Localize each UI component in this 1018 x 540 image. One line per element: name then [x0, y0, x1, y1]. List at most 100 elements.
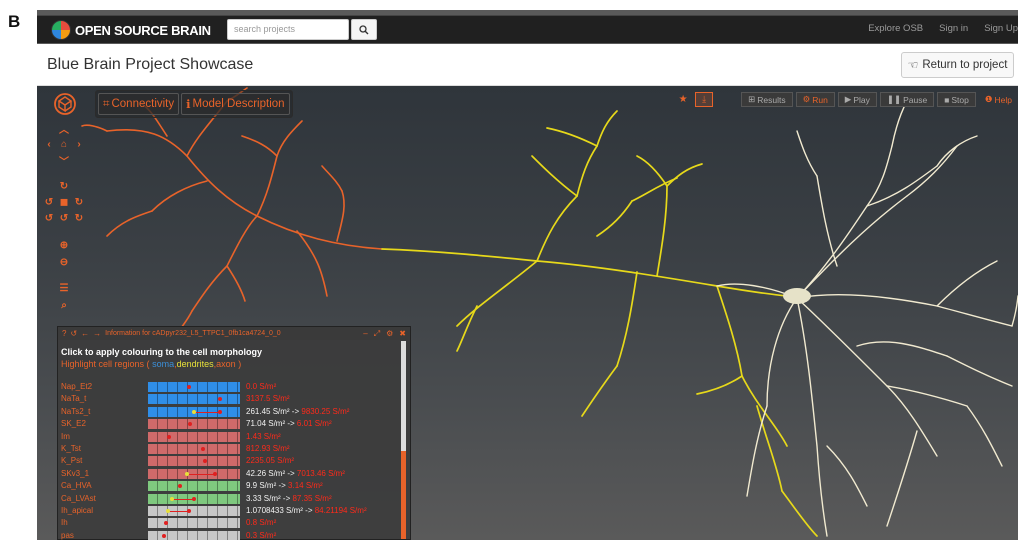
- channel-value-max: 3137.5 S/m²: [246, 394, 290, 404]
- channel-value: 3137.5 S/m²: [246, 393, 290, 405]
- channel-value-max: 0.0 S/m²: [246, 382, 277, 391]
- channel-density-bar[interactable]: [148, 382, 240, 392]
- search-icon[interactable]: ⌕: [57, 298, 71, 312]
- channel-density-bar[interactable]: [148, 406, 240, 417]
- gears-icon: ⚙: [802, 94, 811, 104]
- channel-density-bar[interactable]: [148, 506, 240, 516]
- tab-model-description[interactable]: ℹ Model Description: [181, 93, 290, 115]
- channel-row[interactable]: K_Tst 812.93 S/m²: [61, 443, 401, 455]
- channel-density-bar[interactable]: [148, 456, 240, 467]
- channel-row[interactable]: NaTs2_t 261.45 S/m² -> 9830.25 S/m²: [61, 406, 401, 418]
- nav-sign-in[interactable]: Sign in: [939, 23, 968, 34]
- pan-up-button[interactable]: ︿: [57, 121, 71, 136]
- results-button[interactable]: ⊞ Results: [741, 92, 793, 107]
- highlight-suffix: ): [238, 359, 242, 369]
- tab-model-description-label: Model Description: [192, 98, 285, 110]
- history-icon[interactable]: ↺: [70, 329, 77, 338]
- rotate-ccw-button[interactable]: ↺: [42, 211, 56, 225]
- channel-row[interactable]: SK_E2 71.04 S/m² -> 6.01 S/m²: [61, 418, 401, 430]
- back-icon[interactable]: ←: [81, 329, 89, 338]
- channel-density-bar[interactable]: [148, 394, 240, 405]
- density-marker: [161, 533, 166, 538]
- channel-density-bar[interactable]: [148, 444, 240, 454]
- pan-down-button[interactable]: ﹀: [57, 153, 71, 168]
- cube-icon[interactable]: [53, 92, 77, 116]
- region-dendrites-link[interactable]: dendrites: [177, 359, 214, 369]
- pause-button[interactable]: ❚❚ Pause: [879, 92, 935, 107]
- channel-row[interactable]: Nap_Et2 0.0 S/m²: [61, 381, 401, 393]
- rotate-down-button[interactable]: ↺: [57, 211, 71, 225]
- channel-row[interactable]: Ih 0.8 S/m²: [61, 517, 401, 529]
- zoom-out-button[interactable]: ⊖: [57, 255, 71, 269]
- forward-icon[interactable]: →: [93, 329, 101, 338]
- help-icon[interactable]: ?: [62, 329, 66, 338]
- channel-value-max: 1.43 S/m²: [246, 431, 281, 441]
- channel-row[interactable]: Ca_HVA 9.9 S/m² -> 3.14 S/m²: [61, 480, 401, 492]
- rotate-cw-button[interactable]: ↻: [72, 211, 86, 225]
- channel-row[interactable]: Ih_apical 1.0708433 S/m² -> 84.21194 S/m²: [61, 505, 401, 517]
- pan-left-button[interactable]: ‹: [42, 137, 56, 151]
- channel-density-bar[interactable]: [148, 431, 240, 442]
- channel-name: Ih: [61, 518, 68, 528]
- channel-row[interactable]: Im 1.43 S/m²: [61, 431, 401, 443]
- rotate-left-button[interactable]: ↺: [42, 195, 56, 209]
- close-icon[interactable]: ✖: [399, 329, 406, 339]
- region-axon-link[interactable]: axon: [216, 359, 236, 369]
- channel-density-bar[interactable]: [148, 518, 240, 529]
- density-marker: [217, 397, 222, 402]
- list-icon[interactable]: ☰: [57, 281, 71, 295]
- stop-button[interactable]: ■ Stop: [937, 92, 976, 107]
- channel-value: 0.0 S/m²: [246, 381, 276, 393]
- settings-icon[interactable]: ⚙: [386, 329, 393, 339]
- expand-icon[interactable]: ⤢: [374, 329, 380, 339]
- channel-name: pas: [61, 530, 74, 540]
- pan-right-button[interactable]: ›: [72, 137, 86, 151]
- nav-sign-up[interactable]: Sign Up: [984, 23, 1018, 34]
- osb-logo[interactable]: OPEN SOURCE BRAIN: [51, 20, 211, 40]
- channel-info-panel: ? ↺ ← → Information for cADpyr232_L5_TTP…: [57, 326, 411, 540]
- rotate-up-button[interactable]: ↻: [57, 179, 71, 193]
- tab-connectivity-label: Connectivity: [111, 98, 175, 110]
- star-icon[interactable]: ★: [674, 94, 692, 105]
- results-label: Results: [757, 94, 786, 105]
- channel-value-max: 9830.25 S/m²: [301, 406, 350, 416]
- home-button[interactable]: ⌂: [57, 137, 71, 151]
- nav-links: Explore OSB Sign in Sign Up: [868, 23, 1018, 34]
- download-button[interactable]: ⤓: [695, 92, 714, 107]
- channel-row[interactable]: K_Pst 2235.05 S/m²: [61, 455, 401, 467]
- region-soma-link[interactable]: soma: [152, 359, 174, 369]
- tab-connectivity[interactable]: ⌗ Connectivity: [98, 93, 180, 115]
- search-button[interactable]: [351, 19, 377, 40]
- help-button[interactable]: ❶ Help: [979, 92, 1018, 107]
- channel-value: 42.26 S/m² -> 7013.46 S/m²: [246, 468, 345, 480]
- info-panel-header: ? ↺ ← → Information for cADpyr232_L5_TTP…: [58, 327, 410, 340]
- channel-density-bar[interactable]: [148, 530, 240, 540]
- channel-density-bar[interactable]: [148, 493, 240, 504]
- channel-density-bar[interactable]: [148, 419, 240, 430]
- channel-density-bar[interactable]: [148, 481, 240, 492]
- channel-name: K_Pst: [61, 456, 83, 466]
- channel-row[interactable]: NaTa_t 3137.5 S/m²: [61, 393, 401, 405]
- run-button[interactable]: ⚙ Run: [795, 92, 835, 107]
- density-marker: [187, 385, 192, 389]
- zoom-in-button[interactable]: ⊕: [57, 238, 71, 252]
- 3d-canvas-viewer[interactable]: ⌗ Connectivity ℹ Model Description ★ ⤓ ⊞…: [37, 86, 1018, 540]
- channel-value-max: 87.35 S/m²: [292, 493, 332, 503]
- return-to-project-button[interactable]: ☜ Return to project: [901, 52, 1014, 78]
- scrollbar-thumb[interactable]: [401, 451, 406, 539]
- minimize-icon[interactable]: –: [363, 329, 367, 339]
- nav-explore-osb[interactable]: Explore OSB: [868, 23, 923, 34]
- rotate-right-button[interactable]: ↻: [72, 195, 86, 209]
- info-scrollbar[interactable]: [401, 341, 406, 539]
- channel-density-bar[interactable]: [148, 468, 240, 479]
- density-marker: [184, 471, 189, 476]
- camera-icon[interactable]: ◼: [57, 195, 71, 209]
- channel-row[interactable]: Ca_LVAst 3.33 S/m² -> 87.35 S/m²: [61, 493, 401, 505]
- play-button[interactable]: ▶ Play: [837, 92, 877, 107]
- channel-row[interactable]: pas 0.3 S/m²: [61, 530, 401, 540]
- run-label: Run: [812, 94, 828, 105]
- channel-row[interactable]: SKv3_1 42.26 S/m² -> 7013.46 S/m²: [61, 468, 401, 480]
- search-input[interactable]: search projects: [227, 19, 349, 40]
- stop-label: Stop: [951, 94, 969, 105]
- channel-value: 0.8 S/m²: [246, 517, 276, 529]
